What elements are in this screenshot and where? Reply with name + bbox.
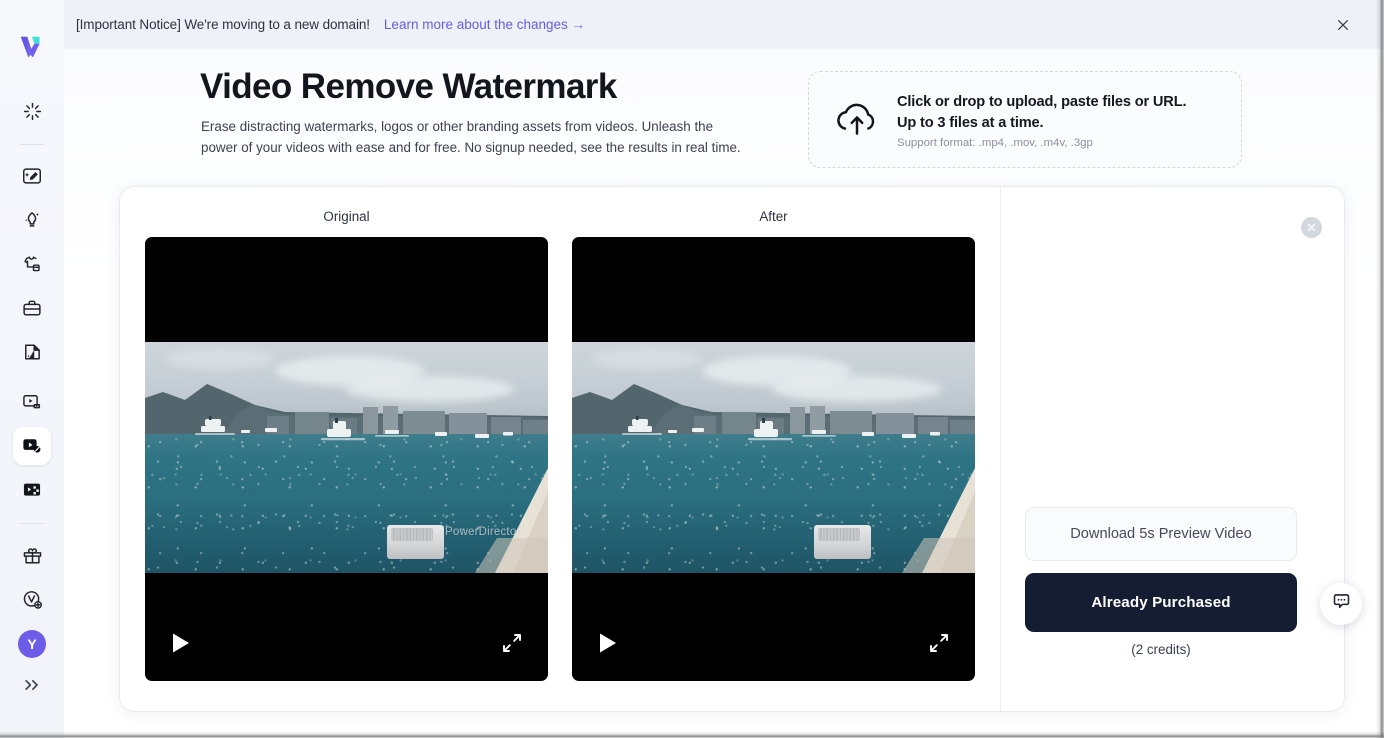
- sidebar-item-video-remove-watermark[interactable]: [13, 427, 51, 465]
- play-button[interactable]: [597, 631, 619, 655]
- fullscreen-button[interactable]: [500, 631, 524, 655]
- preview-original-label: Original: [323, 209, 370, 224]
- sidebar-divider-top: [19, 144, 45, 145]
- gift-icon: [21, 544, 44, 567]
- app-window: Y [Important Notice] We're moving to a n…: [0, 0, 1384, 738]
- video-remove-watermark-icon: [21, 435, 43, 457]
- sidebar-item-ai-magic[interactable]: [13, 201, 51, 239]
- page-flip-icon: [21, 341, 43, 363]
- video-watermark-text: PowerDirector: [445, 526, 521, 538]
- upload-support-formats: Support format: .mp4, .mov, .m4v, .3gp: [897, 137, 1093, 149]
- chat-support-button[interactable]: [1320, 583, 1362, 625]
- play-button[interactable]: [170, 631, 192, 655]
- sidebar-item-rewards[interactable]: [13, 536, 51, 574]
- upload-line-1: Click or drop to upload, paste files or …: [897, 94, 1187, 110]
- notice-learn-more-link[interactable]: Learn more about the changes →: [384, 17, 585, 32]
- briefcase-icon: [21, 297, 43, 319]
- foreground-hull: [902, 468, 975, 573]
- download-preview-button[interactable]: Download 5s Preview Video: [1025, 507, 1297, 561]
- sidebar-item-image-edit[interactable]: [13, 157, 51, 195]
- notice-text: [Important Notice] We're moving to a new…: [76, 17, 370, 32]
- clothes-swap-icon: [21, 253, 43, 275]
- video-frame-original: PowerDirector: [145, 342, 548, 573]
- page-header: Video Remove Watermark Erase distracting…: [64, 49, 1384, 187]
- main-content: Video Remove Watermark Erase distracting…: [64, 49, 1384, 738]
- avatar[interactable]: Y: [18, 630, 46, 658]
- fullscreen-button[interactable]: [927, 631, 951, 655]
- chat-bubble-icon: [1331, 591, 1352, 617]
- vip-upgrade-icon: [21, 588, 44, 611]
- sidebar-expand-button[interactable]: [13, 668, 51, 702]
- vidnoz-v-logo[interactable]: [15, 30, 49, 64]
- download-preview-label: Download 5s Preview Video: [1070, 526, 1252, 542]
- preview-after-label: After: [759, 209, 788, 224]
- already-purchased-label: Already Purchased: [1091, 594, 1231, 611]
- video-player-original[interactable]: PowerDirector: [145, 237, 548, 681]
- page-title: Video Remove Watermark: [200, 67, 617, 106]
- preview-original: Original PowerDirector: [145, 209, 548, 711]
- video-player-after[interactable]: [572, 237, 975, 681]
- image-edit-icon: [21, 165, 43, 187]
- cooler-lid: [391, 528, 433, 541]
- credits-text: (2 credits): [1131, 642, 1191, 657]
- sidebar-item-ai-generate[interactable]: [13, 92, 51, 130]
- sidebar-item-video-subtitle[interactable]: [13, 383, 51, 421]
- video-subtitle-icon: [21, 391, 43, 413]
- preview-after: After: [572, 209, 975, 711]
- sidebar-item-clothes-swap[interactable]: [13, 245, 51, 283]
- left-sidebar: Y: [0, 0, 64, 738]
- foreground-hull: [475, 468, 548, 573]
- upload-dropzone[interactable]: Click or drop to upload, paste files or …: [808, 71, 1242, 168]
- panel-close-button[interactable]: [1301, 217, 1322, 238]
- upload-line-2: Up to 3 files at a time.: [897, 115, 1044, 131]
- notice-close-button[interactable]: [1332, 14, 1354, 36]
- cloud-upload-icon: [831, 94, 883, 146]
- sidebar-item-upgrade[interactable]: [13, 580, 51, 618]
- sidebar-item-pages[interactable]: [13, 333, 51, 371]
- video-frame-after: [572, 342, 975, 573]
- result-card: Original PowerDirector After Download 5s…: [120, 187, 1344, 711]
- cooler-lid: [818, 528, 860, 541]
- already-purchased-button[interactable]: Already Purchased: [1025, 573, 1297, 632]
- video-enhance-icon: [21, 479, 43, 501]
- preview-area: Original PowerDirector After: [120, 187, 1000, 711]
- sidebar-item-business[interactable]: [13, 289, 51, 327]
- sidebar-item-video-enhance[interactable]: [13, 471, 51, 509]
- ai-sparkle-loader-icon: [22, 101, 43, 122]
- notification-banner: [Important Notice] We're moving to a new…: [64, 0, 1384, 49]
- ai-magic-lamp-icon: [21, 209, 43, 231]
- page-subtitle: Erase distracting watermarks, logos or o…: [201, 119, 741, 155]
- sidebar-divider-bottom: [19, 523, 45, 524]
- actions-panel: Download 5s Preview Video Already Purcha…: [1000, 187, 1344, 711]
